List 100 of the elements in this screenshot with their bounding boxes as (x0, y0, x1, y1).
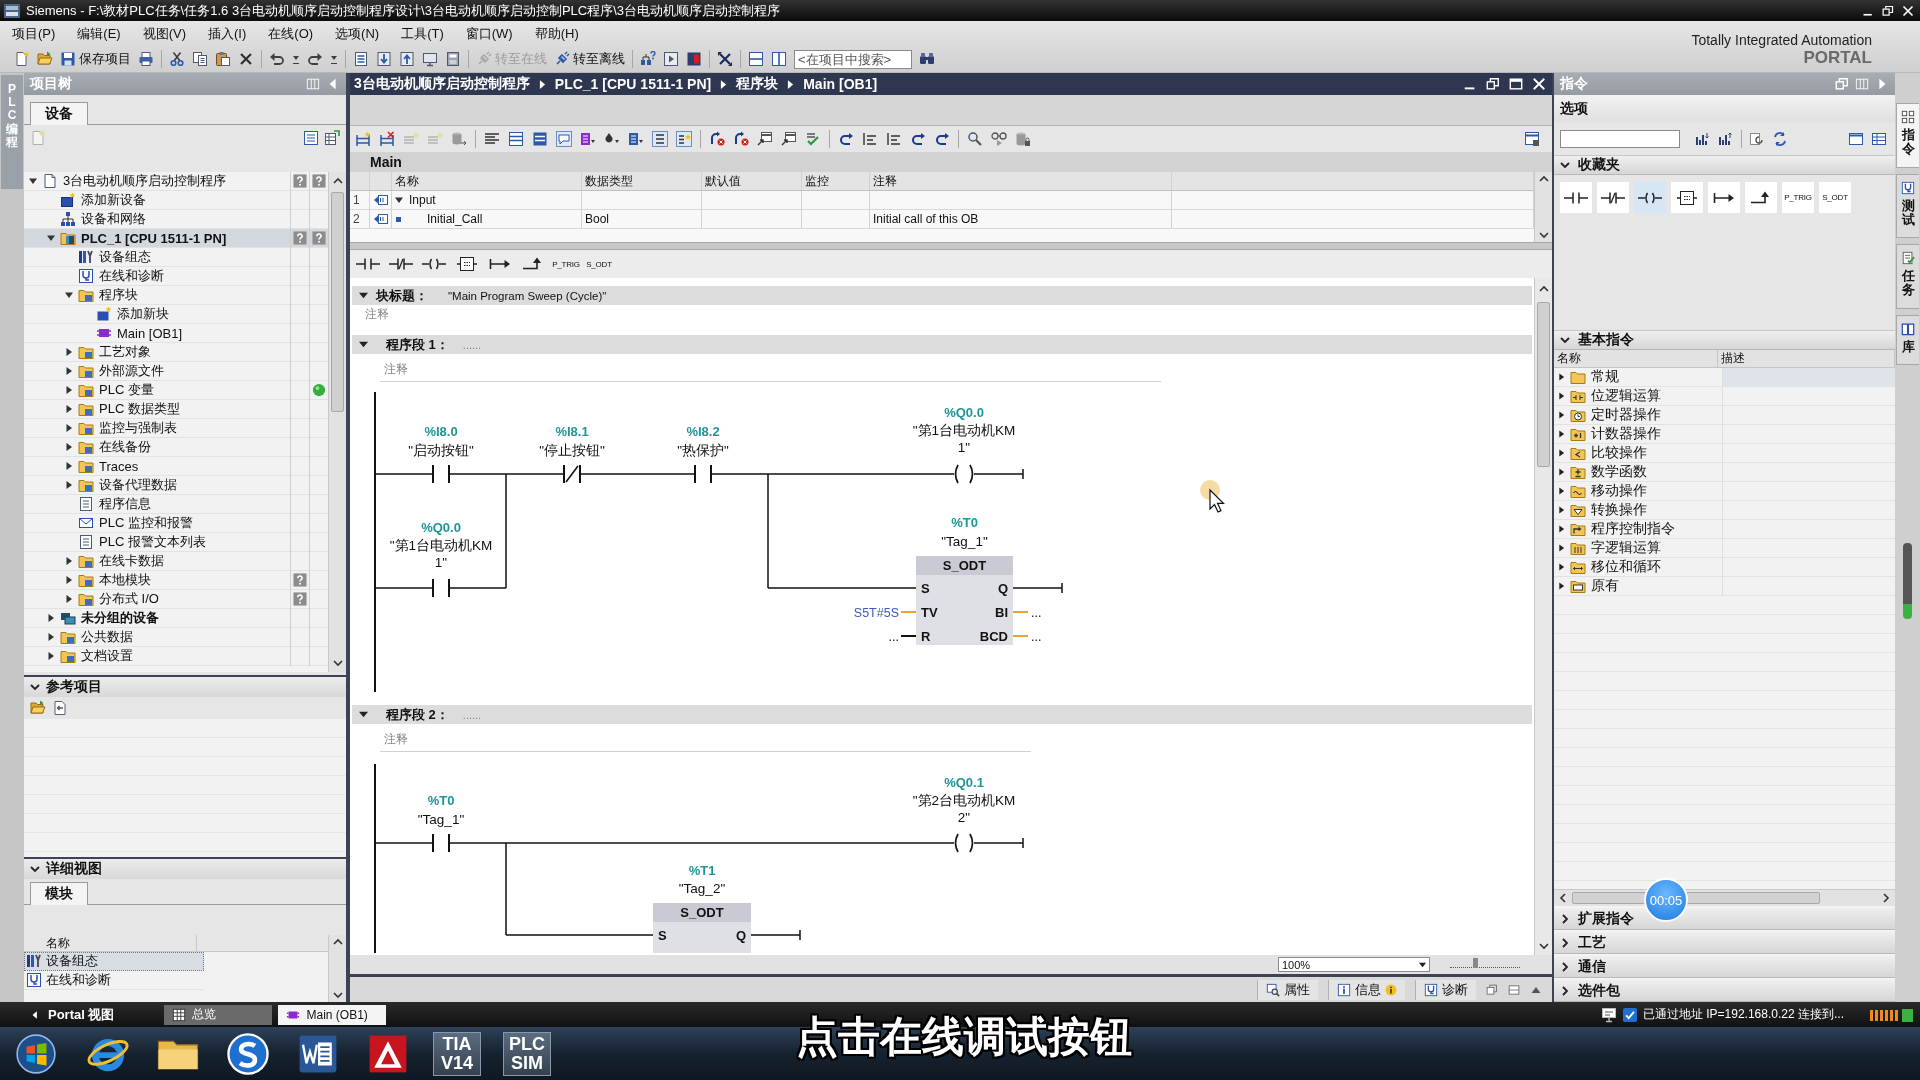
split-vertical-icon[interactable] (771, 51, 787, 67)
collapsed-arrow-icon[interactable] (1558, 430, 1565, 438)
collapsed-arrow-icon[interactable] (65, 348, 73, 356)
tree-item[interactable]: 在线备份 (24, 438, 328, 457)
side-tab[interactable]: 任务 (1896, 244, 1919, 309)
search-field[interactable] (1560, 129, 1680, 148)
tree-item[interactable]: 分布式 I/O (24, 590, 328, 609)
tree-item[interactable]: 外部源文件 (24, 362, 328, 381)
tree-item[interactable]: PLC 监控和报警 (24, 514, 328, 533)
comment-field[interactable]: 注释 (380, 358, 1161, 382)
expanded-arrow-icon[interactable] (395, 196, 403, 204)
tree-item[interactable]: 公共数据 (24, 628, 328, 647)
collapsed-arrow-icon[interactable] (65, 462, 73, 470)
window-arrow-icon[interactable] (781, 131, 797, 147)
circle-swirl-icon[interactable] (225, 1030, 271, 1077)
table-page-icon[interactable] (353, 51, 369, 67)
chevron-down-icon[interactable] (30, 682, 40, 692)
block-title-bar[interactable]: 块标题： "Main Program Sweep (Cycle)" (352, 286, 1532, 305)
redo-arrow-icon[interactable] (307, 51, 323, 67)
table-row[interactable]: 1 Input (350, 191, 1534, 210)
menu-item[interactable]: 视图(V) (142, 24, 187, 43)
tree-item[interactable]: PLC 数据类型 (24, 400, 328, 419)
table-icon[interactable] (508, 131, 524, 147)
down-arrow-box-icon[interactable] (376, 51, 392, 67)
menu-item[interactable]: 帮助(H) (534, 24, 579, 43)
magnifier-icon[interactable] (967, 131, 983, 147)
triangle-down-icon[interactable] (359, 340, 368, 349)
tree-item[interactable]: Traces (24, 457, 328, 476)
window-pane-icon[interactable] (1848, 130, 1864, 147)
list-view-icon[interactable] (303, 130, 319, 146)
tree-item[interactable]: PLC 变量 (24, 381, 328, 400)
section-header[interactable]: 扩展指令 (1554, 906, 1895, 930)
start-orb-icon[interactable] (15, 1032, 57, 1075)
collapsed-arrow-icon[interactable] (65, 443, 73, 451)
normally-open-contact[interactable] (432, 464, 450, 484)
window-split-icon[interactable] (1508, 983, 1520, 996)
scroll-thumb[interactable] (1537, 302, 1550, 467)
collapsed-arrow-icon[interactable] (47, 652, 55, 660)
curved-arrow-icon[interactable] (838, 131, 854, 147)
instruction-category[interactable]: 常规 (1554, 368, 1895, 387)
taskbar-button[interactable]: PLC SIM (503, 1031, 551, 1076)
monitor-icon[interactable] (1600, 1006, 1617, 1023)
chevron-down-icon[interactable] (1560, 160, 1570, 170)
side-tab[interactable]: 库 (1896, 314, 1919, 366)
expanded-arrow-icon[interactable] (29, 177, 37, 185)
network-question-icon[interactable] (640, 51, 656, 67)
binoculars-icon[interactable] (919, 51, 935, 67)
section-header[interactable]: 选件包 (1554, 978, 1895, 1002)
comment-field[interactable]: 注释 (380, 728, 1031, 752)
expanded-arrow-icon[interactable] (47, 234, 55, 242)
undo-arrow-icon[interactable] (269, 51, 285, 67)
instruction-category[interactable]: 数学函数 (1554, 463, 1895, 482)
clipboard-icon[interactable] (215, 51, 231, 67)
instruction-button[interactable]: S_ODT (584, 253, 614, 275)
tree-item[interactable]: 本地模块 (24, 571, 328, 590)
normally-closed-contact[interactable] (563, 464, 581, 484)
panel-tab[interactable]: 模块 (30, 882, 88, 905)
instruction-category[interactable]: 字逻辑运算 (1554, 539, 1895, 558)
vertical-scrollbar[interactable] (328, 935, 346, 1002)
search-field[interactable]: <在项目中搜索> (794, 49, 912, 69)
arrow-x-icon[interactable] (709, 131, 725, 147)
chevron-right-icon[interactable] (1560, 913, 1570, 924)
chevron-right-icon[interactable] (1560, 985, 1570, 996)
menu-item[interactable]: 在线(O) (268, 24, 314, 43)
new-page-icon[interactable] (14, 51, 30, 67)
horizontal-scrollbar[interactable] (1554, 889, 1895, 906)
normally-open-contact[interactable] (432, 833, 450, 853)
section-header[interactable]: 基本指令 (1554, 330, 1895, 350)
step-lines-icon[interactable] (862, 131, 878, 147)
vertical-scrollbar[interactable] (1534, 172, 1552, 242)
network-header[interactable]: 程序段 1： ...... (352, 335, 1532, 354)
instruction-button[interactable]: P_TRIG (551, 253, 581, 275)
window-settings-icon[interactable] (1524, 131, 1540, 147)
editor-tab[interactable]: 总览 (164, 1004, 273, 1025)
table-row[interactable]: 2 Initial_Call Bool Initial call of this OB (350, 210, 1534, 229)
coil[interactable] (954, 833, 974, 853)
timer-block[interactable]: S_ODT S TV R Q BI BCD (916, 556, 1013, 645)
instruction-category[interactable]: 转换操作 (1554, 501, 1895, 520)
split-horizontal-icon[interactable] (748, 51, 764, 67)
maximize-icon[interactable] (1509, 77, 1523, 91)
collapsed-arrow-icon[interactable] (1558, 563, 1565, 571)
instruction-button[interactable] (1745, 182, 1777, 213)
network-cross-icon[interactable] (379, 131, 395, 147)
sort-bars-icon[interactable] (1718, 130, 1734, 147)
breadcrumb-item[interactable]: 程序块 (736, 75, 779, 93)
menu-item[interactable]: 编辑(E) (77, 24, 121, 43)
pin-value[interactable]: ... (1031, 629, 1042, 644)
breadcrumb-item[interactable]: Main [OB1] (803, 76, 878, 92)
table-arrow-icon[interactable] (324, 130, 340, 146)
copy-icon[interactable] (192, 51, 208, 67)
indexed-list-icon[interactable] (628, 131, 644, 147)
lines-star-icon[interactable] (403, 131, 419, 147)
instruction-button[interactable] (1671, 182, 1703, 213)
window-arrow-icon[interactable] (757, 131, 773, 147)
section-header[interactable]: 工艺 (1554, 930, 1895, 954)
zoom-dropdown[interactable]: 100% (1278, 957, 1430, 972)
collapsed-arrow-icon[interactable] (1558, 582, 1565, 590)
vertical-scrollbar[interactable] (328, 172, 346, 672)
collapsed-arrow-icon[interactable] (65, 424, 73, 432)
chevron-down-icon[interactable] (1560, 335, 1570, 345)
